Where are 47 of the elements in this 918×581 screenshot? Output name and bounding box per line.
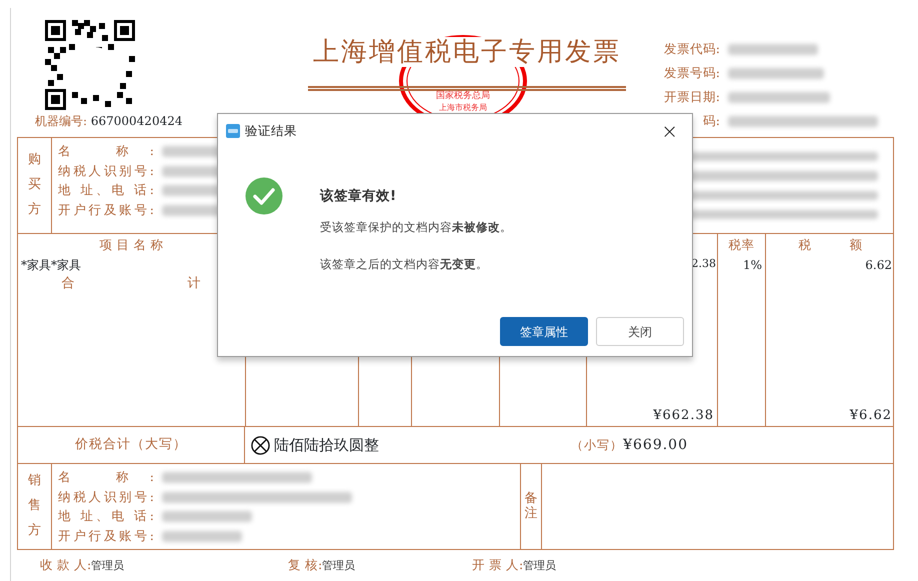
amount-value: 2.38 (690, 256, 716, 272)
machine-number-label: 机器编号: (35, 114, 88, 128)
remarks-label: 备注 (524, 492, 538, 521)
machine-number: 667000420424 (90, 114, 182, 128)
field-label: 纳税人识别号: (58, 162, 154, 180)
total-label: 合 计 (62, 275, 202, 293)
info-label: 码: (702, 112, 720, 130)
total-amount: ¥662.38 (652, 406, 714, 424)
close-button[interactable]: × (661, 123, 678, 140)
tax-rate: 1% (742, 257, 762, 274)
column-header: 税 额 (798, 236, 862, 254)
field-label: 名 称: (58, 468, 154, 486)
field-label: 开户行及账号: (58, 526, 154, 545)
signer-name: 管理员 (523, 559, 556, 572)
amount-in-words: 陆佰陆拾玖圆整 (274, 434, 379, 456)
app-icon (226, 124, 240, 138)
total-label: 价税合计（大写） (75, 436, 187, 454)
field-label: 开户行及账号: (58, 200, 154, 219)
seller-side-label: 销售方 (28, 472, 41, 540)
dialog-heading: 该签章有效! (320, 186, 398, 206)
amount-in-figures: （小写）¥669.00 (571, 436, 688, 454)
primary-button[interactable]: 签章属性 (500, 317, 588, 346)
signer-label: 收 款 人: (40, 557, 92, 572)
tax-amount: 6.62 (864, 257, 892, 274)
signer-label: 复 核: (288, 557, 322, 572)
info-label: 发票代码: (662, 40, 720, 58)
column-header: 税率 (728, 236, 756, 254)
buyer-side-label: 购买方 (28, 151, 41, 219)
item-name: *家具*家具 (21, 257, 82, 274)
dialog-title: 验证结果 (245, 122, 297, 140)
invoice-title: 上海增值税电子专用发票 (313, 37, 621, 67)
field-label: 地 址、电 话: (58, 181, 154, 200)
info-label: 开票日期: (662, 88, 720, 106)
field-label: 纳税人识别号: (58, 488, 154, 506)
info-label: 发票号码: (662, 64, 720, 82)
signer-name: 管理员 (91, 559, 124, 572)
signer-name: 管理员 (322, 559, 356, 572)
circled-x-icon (251, 436, 270, 454)
field-label: 地 址、电 话: (58, 507, 154, 526)
check-circle-icon (245, 176, 283, 215)
dialog-message: 受该签章保护的文档内容未被修改。 (320, 219, 512, 236)
dialog-message: 该签章之后的文档内容无变更。 (320, 256, 489, 274)
field-label: 名 称: (58, 142, 154, 160)
column-header: 项目名称 (100, 236, 164, 254)
total-tax: ¥6.62 (848, 406, 892, 424)
cancel-button[interactable]: 关闭 (596, 317, 684, 346)
signer-label: 开 票 人: (472, 557, 524, 572)
